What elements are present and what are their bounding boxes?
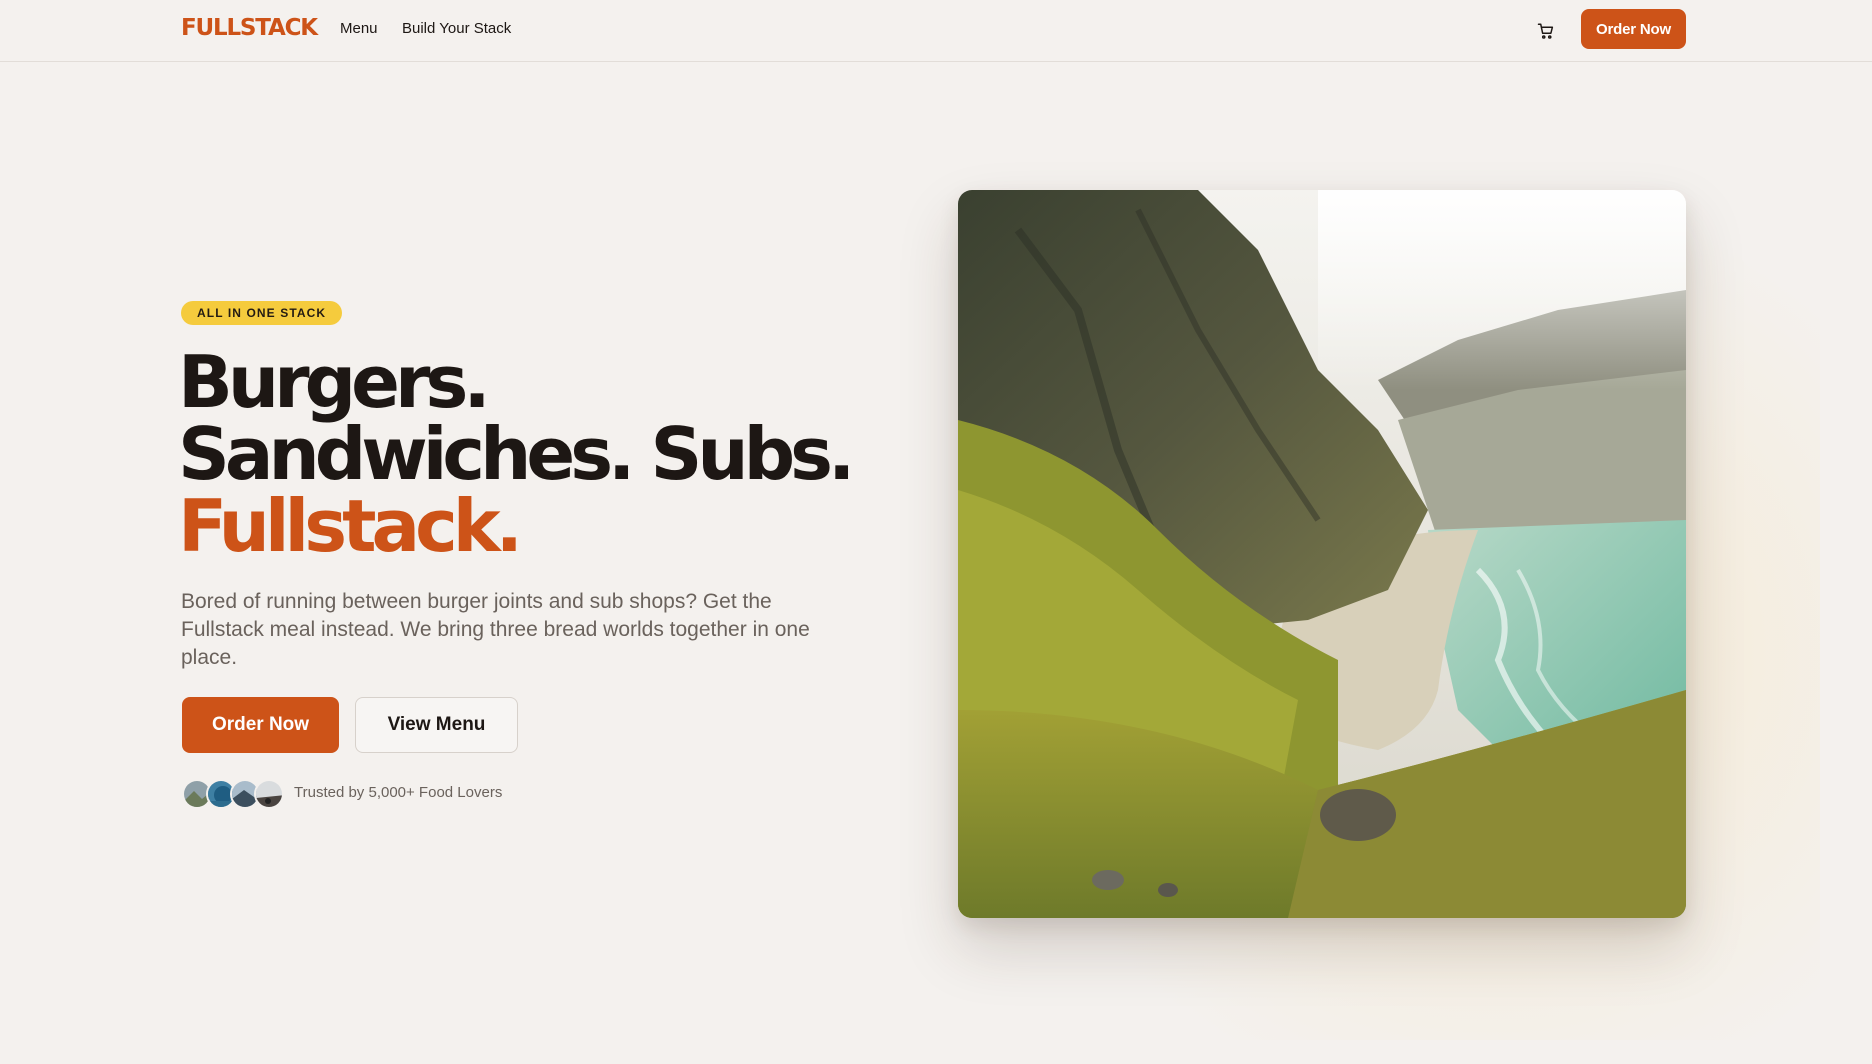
- headline-line-burgers: Burgers.: [178, 340, 491, 424]
- headline-line-fullstack: Fullstack.: [178, 484, 523, 568]
- nav-link-build-your-stack[interactable]: Build Your Stack: [402, 20, 511, 37]
- avatar: [254, 779, 284, 809]
- hero-badge: ALL IN ONE STACK: [181, 301, 343, 325]
- hero-order-now-button[interactable]: Order Now: [182, 697, 339, 753]
- nav-link-menu[interactable]: Menu: [340, 20, 378, 37]
- customer-avatar-stack: [182, 779, 286, 809]
- header-order-now-button[interactable]: Order Now: [1581, 9, 1686, 49]
- hero-description: Bored of running between burger joints a…: [181, 590, 810, 669]
- top-navigation-bar: FULLSTACK Menu Build Your Stack Order No…: [0, 0, 1872, 62]
- hero-headline: Burgers. Sandwiches. Subs. Fullstack.: [178, 346, 878, 562]
- headline-line-sandwiches-subs: Sandwiches. Subs.: [178, 412, 855, 496]
- view-menu-button[interactable]: View Menu: [355, 697, 518, 753]
- hero-landscape-image: [958, 190, 1686, 918]
- cart-icon[interactable]: [1533, 18, 1559, 44]
- brand-logo[interactable]: FULLSTACK: [181, 15, 318, 41]
- trust-text: Trusted by 5,000+ Food Lovers: [294, 784, 503, 801]
